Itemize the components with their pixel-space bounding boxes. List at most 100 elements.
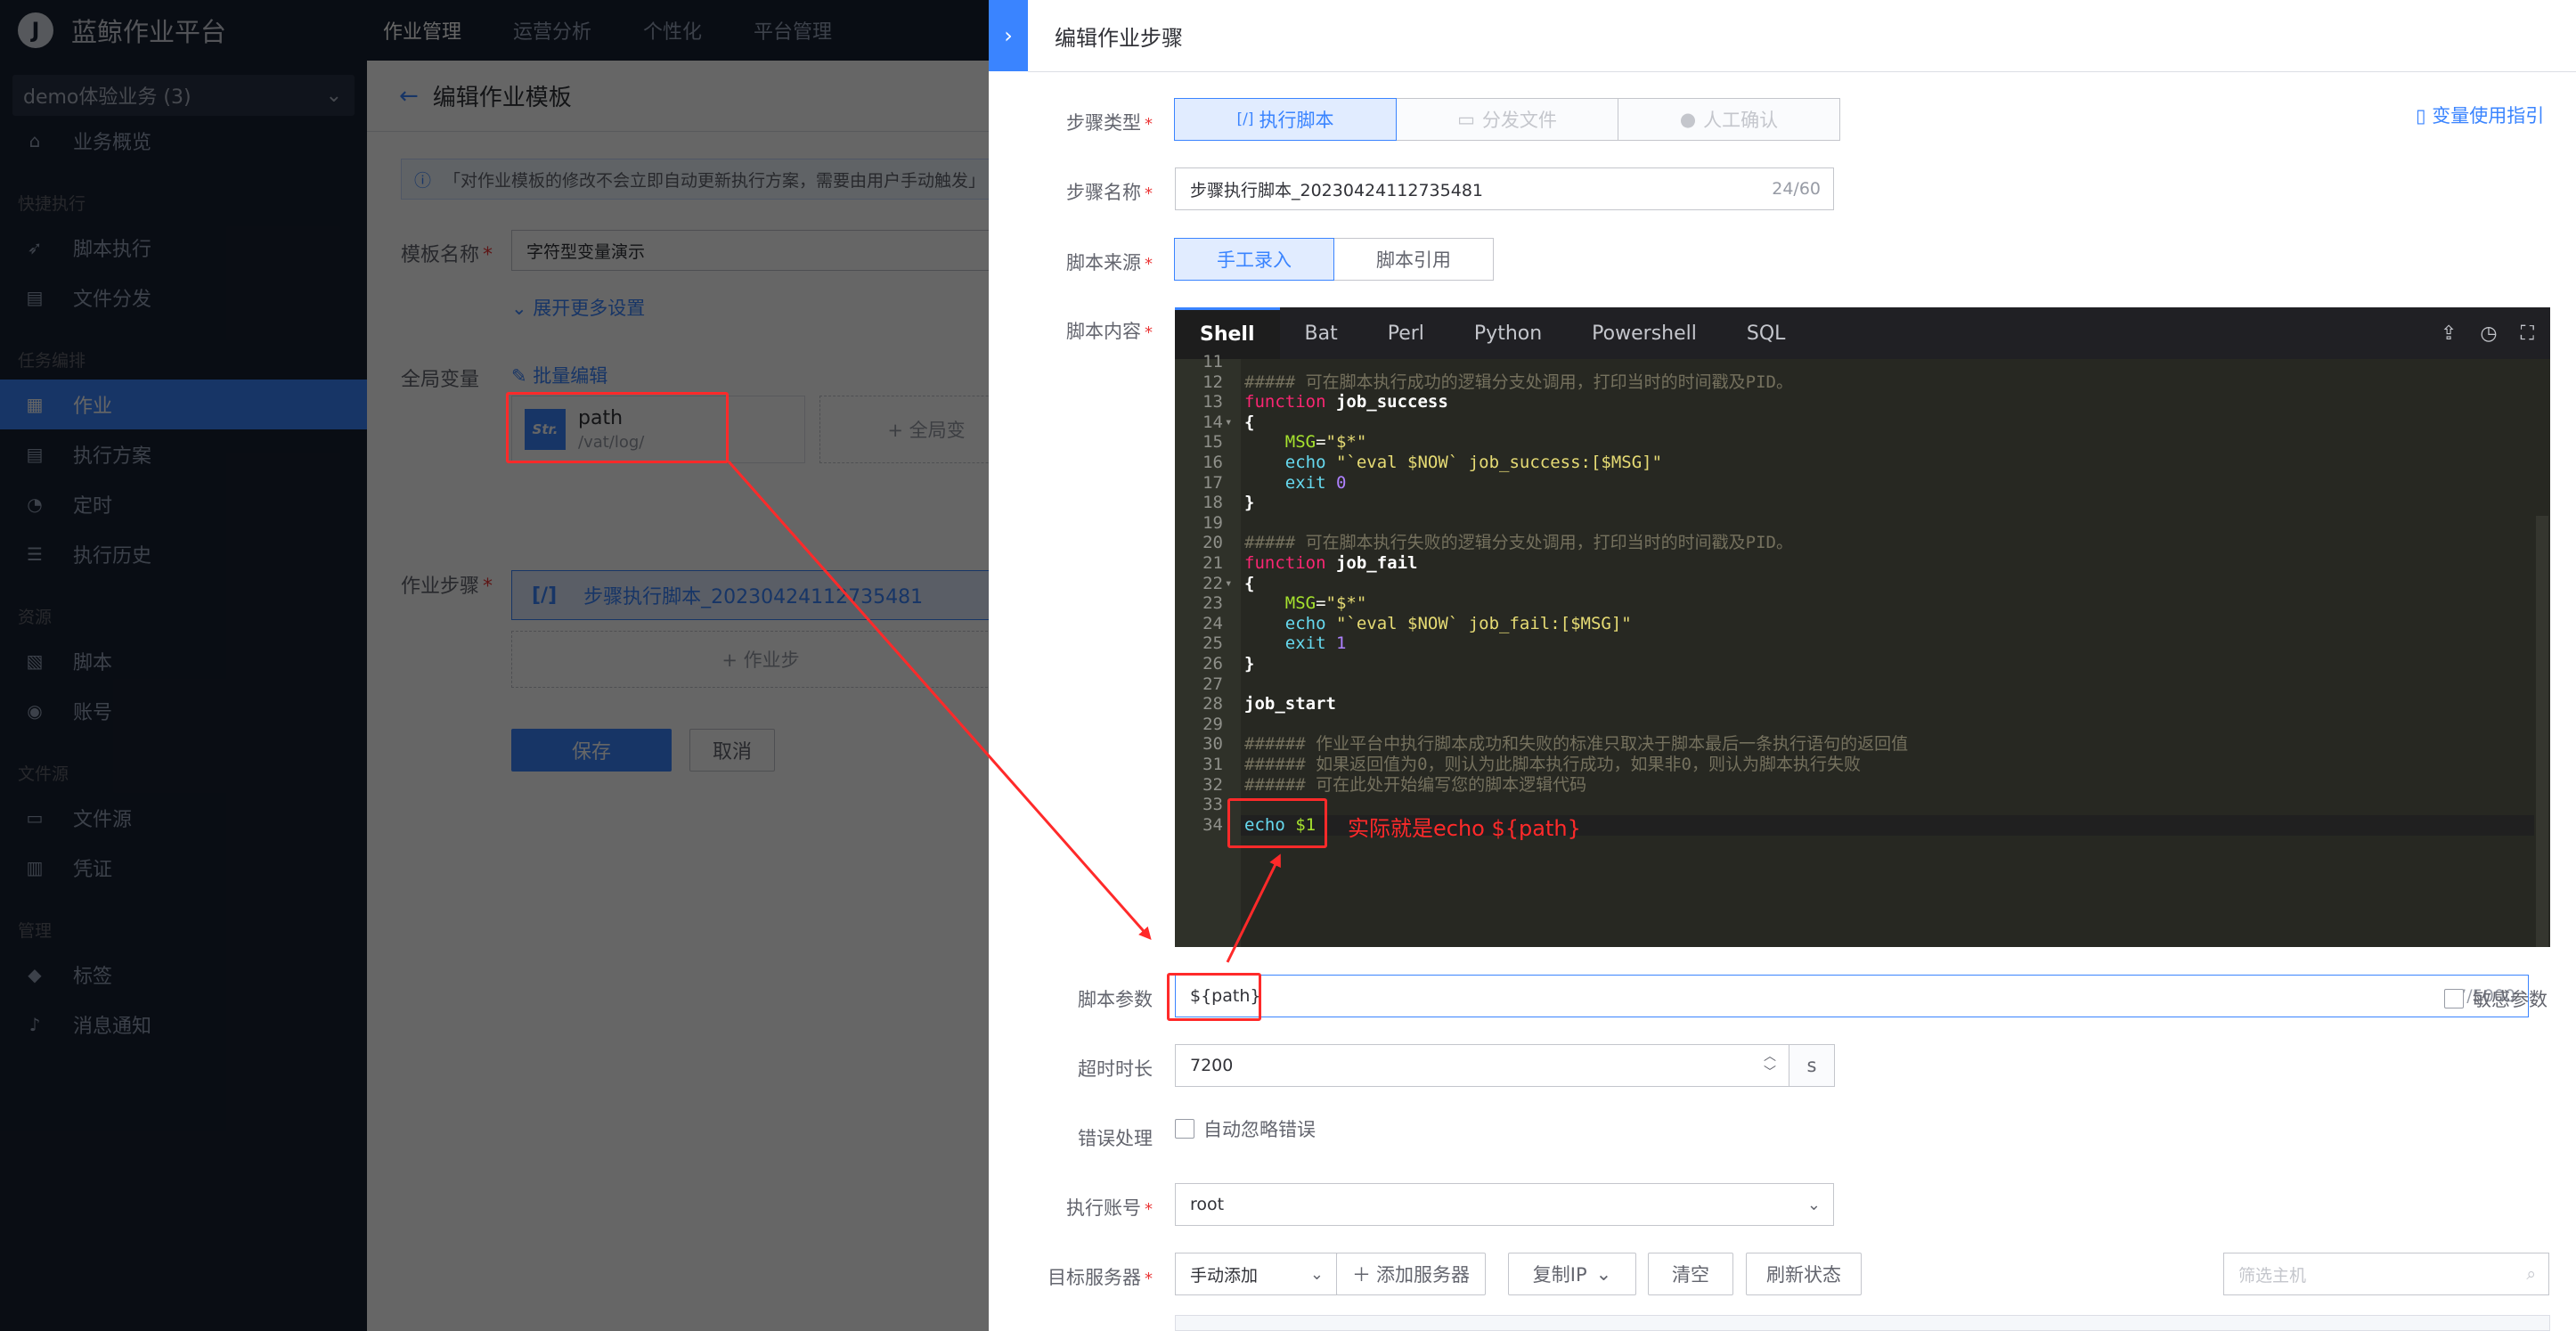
sidebar-group-title: 快捷执行 (18, 193, 86, 214)
sidebar-item-label: 文件分发 (73, 289, 152, 311)
expand-more-link[interactable]: ⌄ 展开更多设置 (511, 294, 645, 321)
code-text: MSG="$*" (1284, 593, 1367, 614)
batch-edit-link[interactable]: ✎ 批量编辑 (511, 362, 607, 388)
top-nav-item[interactable]: 作业管理 (383, 16, 486, 45)
sidebar-group-title: 管理 (18, 920, 53, 941)
history-icon[interactable]: ◷ (2480, 323, 2497, 345)
code-text: echo "`eval $NOW` job_fail:[$MSG]" (1284, 613, 1632, 633)
sidebar-item[interactable]: ▦ 作业 (0, 380, 367, 429)
editor-scrollbar[interactable] (2534, 359, 2550, 947)
line-number: 18 (1202, 493, 1223, 513)
sidebar-item[interactable]: ➶ 脚本执行 (0, 223, 367, 273)
sidebar-item[interactable]: ◔ 定时 (0, 479, 367, 529)
sidebar-item[interactable]: ▤ 执行方案 (0, 429, 367, 479)
sidebar-item-label: 脚本 (73, 652, 113, 674)
tag-icon: ◆ (28, 964, 42, 985)
top-bar: J 蓝鲸作业平台 作业管理 运营分析 个性化 平台管理 (0, 0, 989, 61)
back-arrow-icon[interactable]: ← (399, 83, 419, 110)
top-nav-item[interactable]: 运营分析 (513, 16, 616, 45)
code-area[interactable]: 11 12 ##### 可在脚本执行成功的逻辑分支处调用，打印当时的时间戳及PID。… (1175, 352, 2550, 947)
line-number: 19 (1202, 512, 1223, 533)
line-number: 28 (1202, 694, 1223, 714)
source-reference[interactable]: 脚本引用 (1333, 238, 1494, 281)
close-panel-icon[interactable]: › (989, 0, 1028, 71)
sidebar-item[interactable]: ☰ 执行历史 (0, 529, 367, 579)
add-server-button[interactable]: ＋添加服务器 (1336, 1253, 1486, 1295)
sidebar-item[interactable]: ▭ 文件源 (0, 793, 367, 843)
editor-scroll-thumb[interactable] (2536, 516, 2548, 947)
notice-banner: ⓘ 「对作业模板的修改不会立即自动更新执行方案，需要由用户手动触发」 (401, 159, 1024, 200)
code-text: ###### 如果返回值为0，则认为此脚本执行成功，如果非0，则认为脚本执行失败 (1244, 755, 1861, 774)
fold-toggle-icon[interactable]: ▾ (1225, 412, 1232, 433)
sidebar-item[interactable]: ♪ 消息通知 (0, 1000, 367, 1049)
top-nav-item[interactable]: 平台管理 (754, 16, 857, 45)
sidebar-item-label: 执行方案 (73, 445, 152, 468)
step-type-script[interactable]: [/] 执行脚本 (1174, 98, 1397, 141)
sidebar-item[interactable]: ▤ 文件分发 (0, 273, 367, 323)
template-name-input[interactable]: 字符型变量演示 (511, 230, 992, 271)
top-nav-item[interactable]: 个性化 (643, 16, 727, 45)
line-number: 16 (1202, 453, 1223, 472)
script-editor: Shell Bat Perl Python Powershell SQL ⇪ ◷ ⛶ 11… (1175, 307, 2550, 947)
code-line: 15 MSG="$*" (1175, 432, 2529, 453)
sidebar-item[interactable]: ◉ 账号 (0, 686, 367, 736)
target-mode-select[interactable]: 手动添加 ⌄ (1175, 1253, 1337, 1295)
code-line: 30 ###### 作业平台中执行脚本成功和失败的标准只取决于脚本最后一条执行语句… (1175, 734, 2529, 755)
line-number: 26 (1202, 654, 1223, 674)
sidebar-item[interactable]: ⌂ 业务概览 (0, 116, 367, 166)
line-number: 29 (1202, 714, 1223, 734)
account-select[interactable]: root ⌄ (1175, 1183, 1834, 1226)
stepper-icon[interactable]: ︿ ﹀ (1764, 1049, 1776, 1081)
code-line: 17 exit 0 (1175, 473, 2529, 494)
line-number: 15 (1202, 432, 1223, 453)
source-manual[interactable]: 手工录入 (1174, 238, 1334, 281)
page-header: ← 编辑作业模板 (367, 61, 989, 132)
script-params-label: 脚本参数 (1078, 989, 1153, 1010)
sensitive-checkbox[interactable]: 敏感参数 (2444, 985, 2547, 1012)
sidebar-item[interactable]: ▥ 凭证 (0, 843, 367, 893)
script-params-input[interactable]: ${path} 7/5000 (1175, 975, 2529, 1017)
sensitive-checkbox-box[interactable] (2444, 989, 2464, 1008)
code-line: 21 function job_fail (1175, 553, 2529, 574)
code-line: 11 (1175, 352, 2529, 372)
step-name-value: 步骤执行脚本_20230424112735481 (1190, 180, 1484, 200)
step-name-input[interactable]: 步骤执行脚本_20230424112735481 24/60 (1175, 167, 1834, 210)
code-text: MSG="$*" (1284, 432, 1367, 453)
line-number: 24 (1202, 613, 1223, 633)
annotation-params-box (1167, 973, 1261, 1021)
sidebar-item[interactable]: ◆ 标签 (0, 950, 367, 1000)
upload-icon[interactable]: ⇪ (2441, 323, 2457, 345)
top-nav: 作业管理 运营分析 个性化 平台管理 (383, 16, 884, 45)
timeout-input[interactable]: 7200 ︿ ﹀ (1175, 1044, 1789, 1087)
fold-toggle-icon[interactable]: ▾ (1225, 574, 1232, 594)
home-icon: ⌂ (29, 130, 41, 151)
business-select[interactable]: demo体验业务 (3) ⌄ (12, 75, 355, 116)
host-filter-input[interactable]: 筛选主机 ⌕ (2223, 1253, 2549, 1295)
history-icon: ☰ (27, 543, 43, 565)
save-button[interactable]: 保存 (511, 729, 672, 772)
step-type-file[interactable]: ▭ 分发文件 (1396, 98, 1618, 141)
rocket-icon: ➶ (27, 237, 43, 258)
sidebar-item[interactable]: ▧ 脚本 (0, 636, 367, 686)
code-line: 22 ▾ { (1175, 574, 2529, 594)
cancel-button[interactable]: 取消 (689, 729, 775, 772)
code-line: 26} (1175, 654, 2529, 674)
step-item[interactable]: [/] 步骤执行脚本_20230424112735481 (511, 570, 1010, 620)
app-logo[interactable]: J (18, 12, 53, 48)
add-step-button[interactable]: + 作业步 (511, 631, 1010, 688)
refresh-status-button[interactable]: 刷新状态 (1746, 1253, 1862, 1295)
ignore-error-checkbox[interactable]: 自动忽略错误 (1175, 1115, 1316, 1142)
step-type-manual[interactable]: ● 人工确认 (1618, 98, 1840, 141)
ignore-error-checkbox-box[interactable] (1175, 1119, 1194, 1139)
copy-ip-button[interactable]: 复制IP ⌄ (1508, 1253, 1636, 1295)
app-title[interactable]: 蓝鲸作业平台 (71, 12, 383, 49)
account-icon: ◉ (27, 700, 43, 722)
document-icon: ▯ (2416, 105, 2426, 127)
fullscreen-icon[interactable]: ⛶ (2521, 323, 2534, 345)
step-name-counter: 24/60 (1772, 179, 1821, 199)
clear-button[interactable]: 清空 (1648, 1253, 1733, 1295)
panel-title: 编辑作业步骤 (1055, 25, 1183, 51)
line-number: 33 (1202, 795, 1223, 815)
sidebar-item-label: 标签 (73, 966, 113, 988)
variable-guide-link[interactable]: ▯ 变量使用指引 (2416, 102, 2544, 128)
